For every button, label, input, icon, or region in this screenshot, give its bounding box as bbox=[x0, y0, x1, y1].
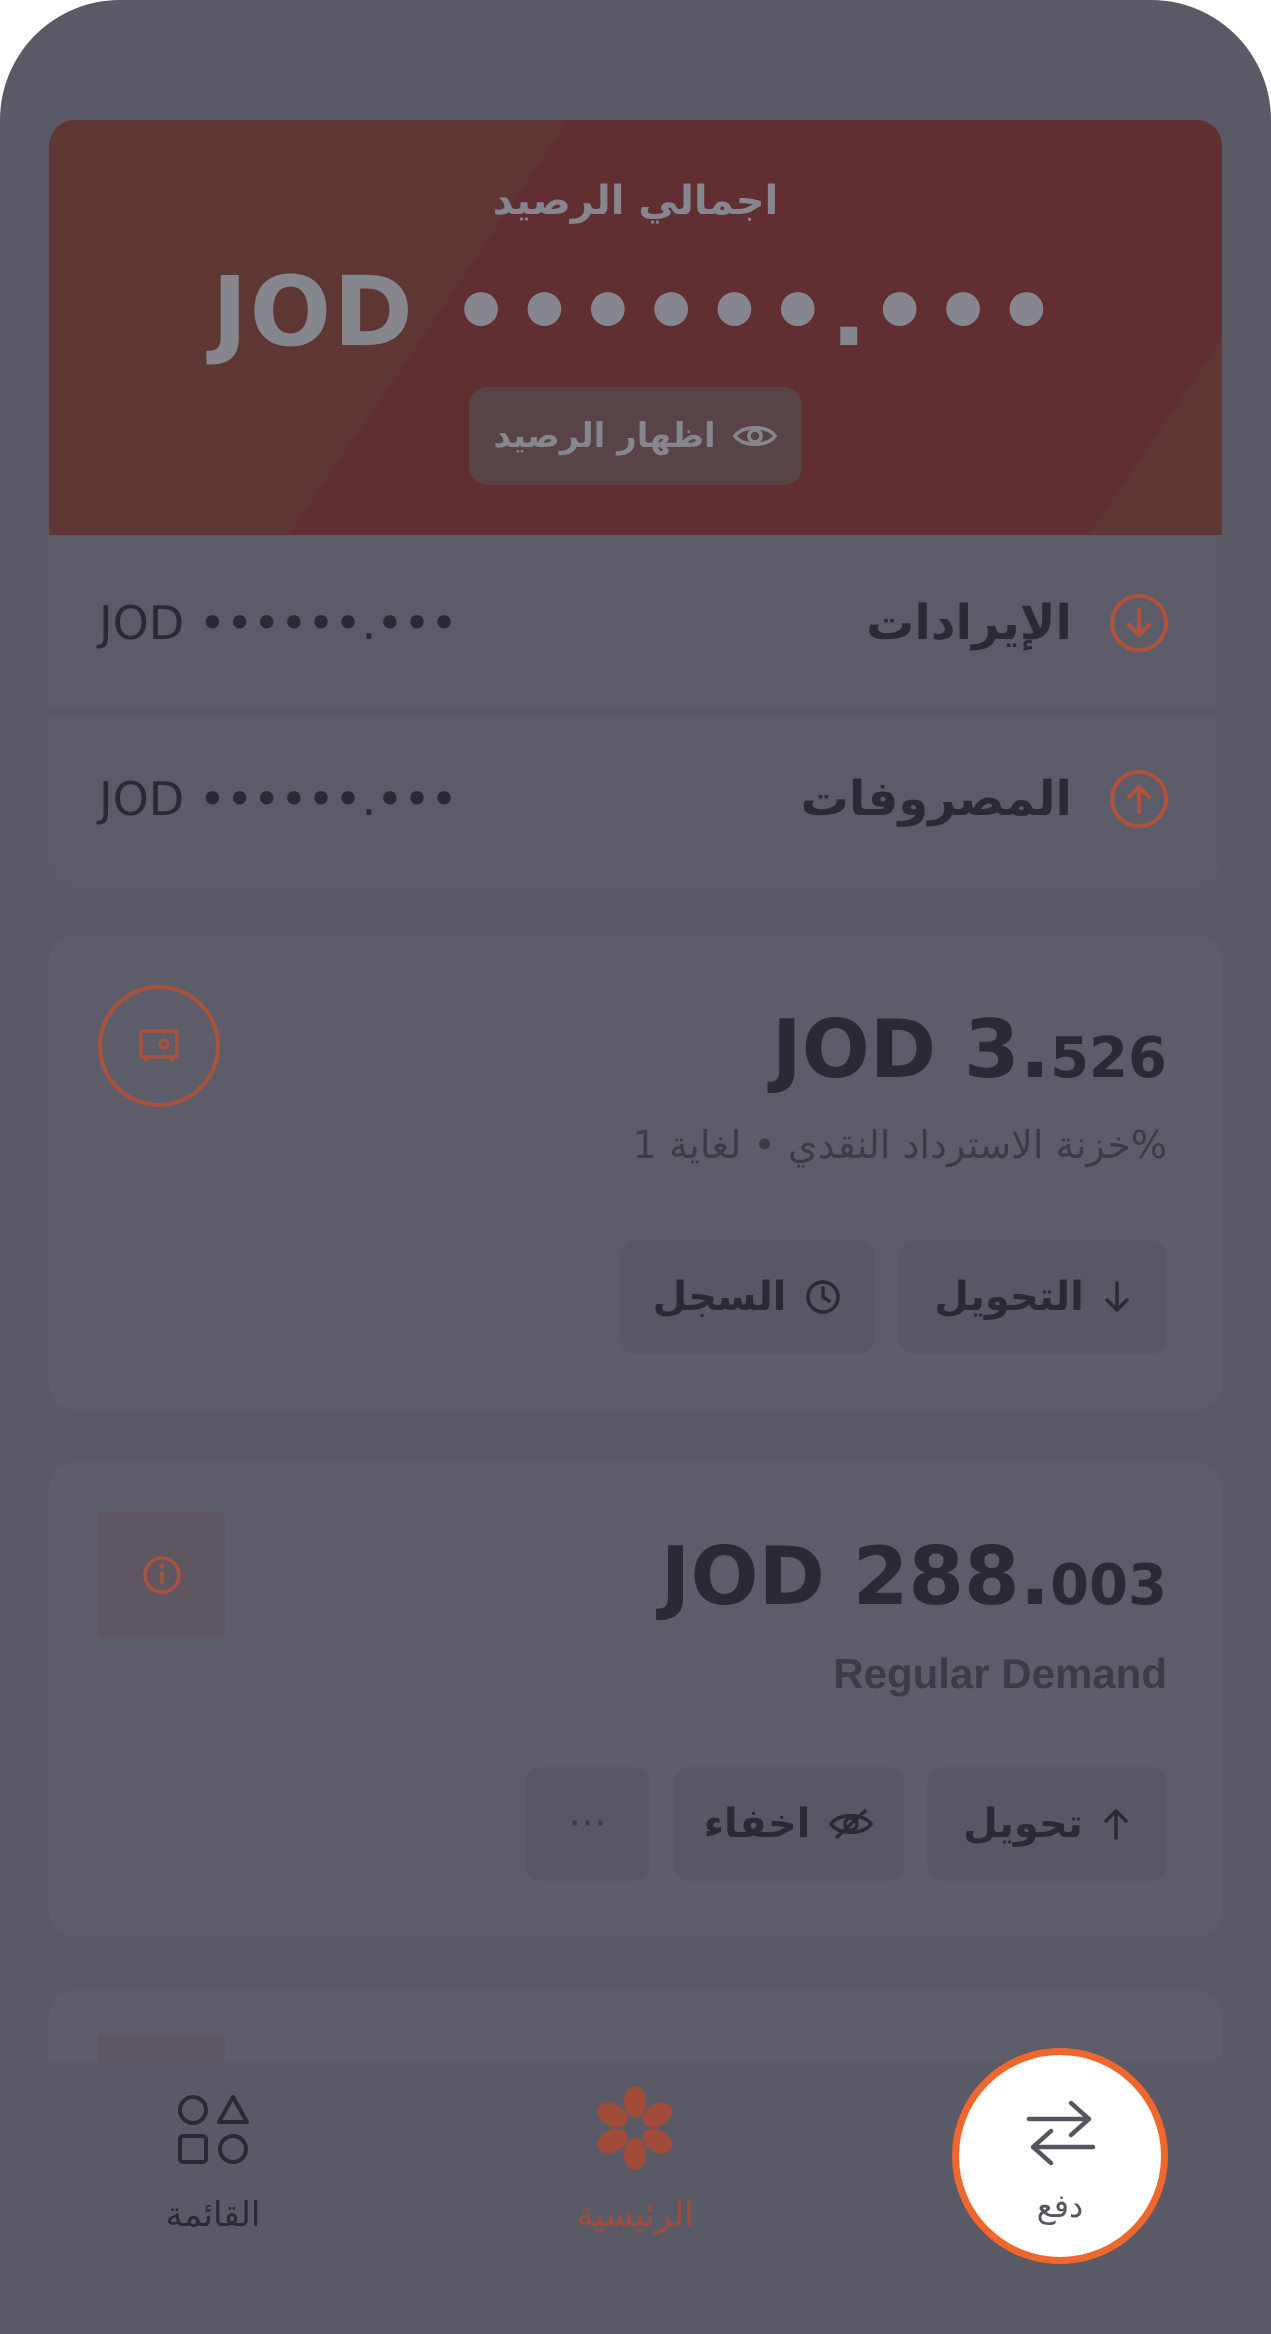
regular-transfer-label: تحويل bbox=[963, 1801, 1083, 1847]
cashback-subtitle: خزنة الاسترداد النقدي • لغاية 1% bbox=[632, 1123, 1167, 1167]
regular-transfer-button[interactable]: تحويل bbox=[927, 1767, 1167, 1881]
show-balance-button[interactable]: اظهار الرصيد bbox=[469, 387, 802, 485]
eye-off-icon bbox=[829, 1808, 874, 1840]
hide-account-button[interactable]: اخفاء bbox=[674, 1767, 904, 1881]
more-icon: ··· bbox=[568, 1801, 607, 1847]
show-balance-label: اظهار الرصيد bbox=[493, 416, 716, 456]
total-balance-card: اجمالي الرصيد JOD ••••••.••• اظهار الرصي… bbox=[49, 120, 1222, 535]
cashback-amount: JOD 3.526 bbox=[772, 1003, 1167, 1096]
eye-icon bbox=[732, 426, 777, 446]
cashback-history-button[interactable]: السجل bbox=[620, 1240, 875, 1354]
income-row[interactable]: الإيرادات JOD ••••••.••• bbox=[49, 535, 1222, 711]
cashback-transfer-button[interactable]: التحويل bbox=[899, 1240, 1167, 1354]
hide-account-label: اخفاء bbox=[703, 1801, 811, 1847]
arrow-up-circle-icon bbox=[1110, 770, 1168, 828]
income-value: JOD ••••••.••• bbox=[99, 596, 458, 650]
total-balance-amount: JOD ••••••.••• bbox=[211, 256, 1060, 368]
total-balance-title: اجمالي الرصيد bbox=[492, 178, 779, 224]
transfer-arrows-icon bbox=[1026, 2100, 1096, 2166]
nav-menu[interactable]: القائمة bbox=[63, 2062, 363, 2334]
regular-account-type: Regular Demand bbox=[833, 1650, 1167, 1697]
regular-amount-decimal: 003 bbox=[1050, 1553, 1167, 1618]
flower-logo-icon bbox=[597, 2086, 673, 2170]
cashback-amount-whole: JOD 3. bbox=[772, 1003, 1051, 1096]
nav-home[interactable]: الرئيسية bbox=[485, 2062, 785, 2334]
cashback-amount-decimal: 526 bbox=[1050, 1026, 1167, 1091]
arrow-down-icon bbox=[1105, 1281, 1129, 1312]
nav-pay-label: دفع bbox=[1036, 2187, 1084, 2225]
nav-menu-label: القائمة bbox=[165, 2195, 261, 2235]
more-options-button[interactable]: ··· bbox=[525, 1767, 650, 1881]
cashback-history-label: السجل bbox=[652, 1274, 787, 1320]
regular-account-card[interactable]: JOD 288.003 Regular Demand تحويل اخفاء ·… bbox=[49, 1462, 1222, 1937]
income-expense-summary: الإيرادات JOD ••••••.••• المصروفات JOD •… bbox=[49, 535, 1222, 887]
expenses-row[interactable]: المصروفات JOD ••••••.••• bbox=[49, 711, 1222, 887]
screen-overlay: اجمالي الرصيد JOD ••••••.••• اظهار الرصي… bbox=[0, 0, 1271, 2334]
income-label: الإيرادات bbox=[866, 595, 1072, 651]
cashback-transfer-label: التحويل bbox=[934, 1274, 1084, 1320]
expenses-value: JOD ••••••.••• bbox=[99, 772, 458, 826]
clock-icon bbox=[806, 1280, 841, 1314]
info-icon[interactable] bbox=[98, 1511, 225, 1638]
nav-home-label: الرئيسية bbox=[576, 2195, 694, 2235]
arrow-up-icon bbox=[1104, 1809, 1128, 1840]
expenses-label: المصروفات bbox=[800, 771, 1072, 827]
regular-amount: JOD 288.003 bbox=[661, 1530, 1167, 1623]
cashback-vault-card[interactable]: JOD 3.526 خزنة الاسترداد النقدي • لغاية … bbox=[49, 935, 1222, 1410]
shapes-grid-icon bbox=[178, 2095, 249, 2164]
regular-amount-whole: JOD 288. bbox=[660, 1530, 1051, 1623]
nav-pay[interactable]: دفع bbox=[952, 2048, 1168, 2264]
safe-icon bbox=[98, 985, 220, 1107]
arrow-down-circle-icon bbox=[1110, 594, 1168, 652]
